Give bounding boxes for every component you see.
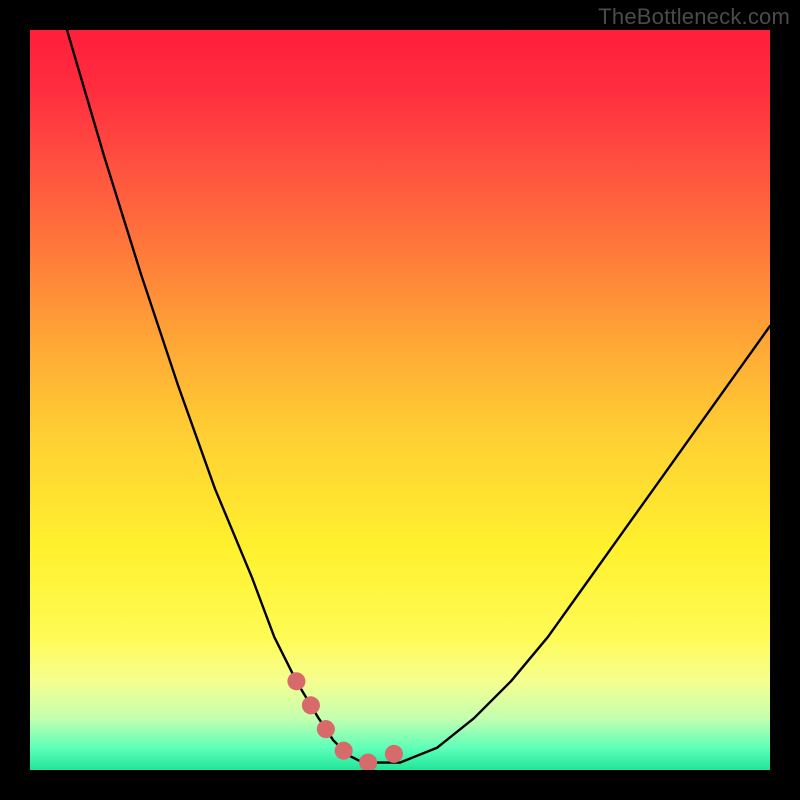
curve-layer (30, 30, 770, 770)
bottleneck-curve (67, 30, 770, 763)
chart-frame: TheBottleneck.com (0, 0, 800, 800)
plot-area (30, 30, 770, 770)
watermark-text: TheBottleneck.com (598, 4, 790, 30)
optimal-range-markers (296, 681, 407, 762)
